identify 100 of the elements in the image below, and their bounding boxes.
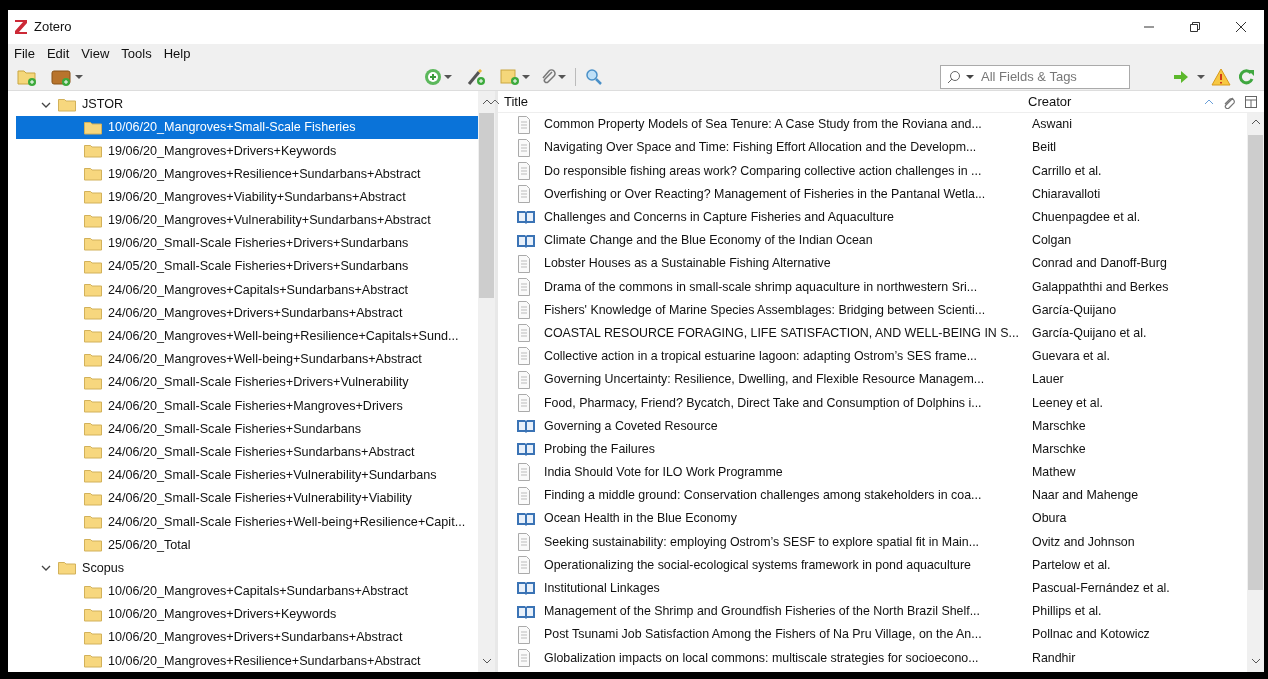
item-title[interactable]: Institutional Linkages <box>544 579 660 598</box>
item-title[interactable]: Probing the Failures <box>544 439 655 459</box>
item-creator[interactable]: Mathew <box>1028 463 1076 482</box>
scroll-down-icon[interactable] <box>481 656 492 666</box>
collection-name: 24/06/20_Small-Scale Fisheries+Sundarbans <box>108 420 362 438</box>
collection-row[interactable]: 24/06/20_Mangroves+Well-being+Resilience+Capitals+Sund... <box>16 324 478 349</box>
item-title[interactable]: Climate Change and the Blue Economy of the Indian Ocean <box>544 231 873 250</box>
collection-row[interactable]: 24/06/20_Small-Scale Fisheries+Sundarbans <box>16 417 478 441</box>
scroll-up-icon[interactable] <box>1250 117 1261 127</box>
item-title[interactable]: Post Tsunami Job Satisfaction Among the Fishers of Na Pru Village, on the An... <box>544 625 982 644</box>
collection-row[interactable]: 10/06/20_Mangroves+Drivers+Sundarbans+Abstract <box>16 626 478 650</box>
collection-row[interactable]: 24/06/20_Small-Scale Fisheries+Drivers+Vulnerability <box>16 371 478 395</box>
item-creator[interactable]: Conrad and Danoff-Burg <box>1028 254 1167 273</box>
item-creator[interactable]: Pollnac and Kotowicz <box>1028 625 1150 644</box>
window-title: Zotero <box>34 18 72 37</box>
item-creator[interactable]: Beitl <box>1028 138 1057 158</box>
item-creator[interactable]: García-Quijano <box>1028 300 1117 320</box>
item-title[interactable]: Ocean Health in the Blue Economy <box>544 509 737 529</box>
item-creator[interactable]: Ovitz and Johnson <box>1028 532 1135 552</box>
item-title[interactable]: COASTAL RESOURCE FORAGING, LIFE SATISFACTION, AND WELL-BEING IN S... <box>544 323 1019 343</box>
item-title[interactable]: Food, Pharmacy, Friend? Bycatch, Direct Take and Consumption of Dolphins i... <box>544 393 982 413</box>
item-title[interactable]: Operationalizing the social-ecological systems framework in pond aquaculture <box>544 555 971 575</box>
item-title[interactable]: Fishers' Knowledge of Marine Species Assemblages: Bridging between Scienti... <box>544 300 986 320</box>
collection-row[interactable]: 10/06/20_Mangroves+Capitals+Sundarbans+Abstract <box>16 579 478 604</box>
scrollbar-thumb[interactable] <box>479 113 494 298</box>
item-creator[interactable]: Pascual-Fernández et al. <box>1028 579 1170 598</box>
item-title[interactable]: India Should Vote for ILO Work Programme <box>544 463 783 482</box>
scrollbar-thumb[interactable] <box>1248 135 1263 590</box>
item-title[interactable]: Drama of the commons in small-scale shrimp aquaculture in northwestern Sri... <box>544 277 978 297</box>
item-creator[interactable]: Colgan <box>1028 231 1072 250</box>
column-header[interactable]: Creator <box>1028 91 1204 112</box>
item-title[interactable]: Navigating Over Space and Time: Fishing Effort Allocation and the Developm... <box>544 138 977 158</box>
item-title[interactable]: Collective action in a tropical estuarine lagoon: adapting Ostrom’s SES frame... <box>544 347 977 366</box>
collection-row[interactable]: 25/06/20_Total <box>16 533 478 557</box>
folder-icon <box>84 259 102 274</box>
folder-icon <box>84 306 102 321</box>
scroll-down-icon[interactable] <box>1250 656 1261 666</box>
chevron-icon[interactable] <box>40 100 52 109</box>
item-title[interactable]: Overfishing or Over Reacting? Management of Fisheries in the Pantanal Wetla... <box>544 184 986 204</box>
collection-name: 24/06/20_Mangroves+Drivers+Sundarbans+Abstract <box>108 304 403 322</box>
item-creator[interactable]: Lauer <box>1028 370 1064 389</box>
item-title[interactable]: Globalization impacts on local commons: multiscale strategies for socioecono... <box>544 648 979 668</box>
collection-row[interactable]: 10/06/20_Mangroves+Small-Scale Fisheries <box>16 116 478 140</box>
collection-row[interactable]: 10/06/20_Mangroves+Resilience+Sundarbans+Abstract <box>16 649 478 672</box>
item-creator[interactable]: Carrillo et al. <box>1028 161 1102 181</box>
collection-row[interactable]: 19/06/20_Mangroves+Vulnerability+Sundarbans+Abstract <box>16 208 478 233</box>
scroll-up-icon[interactable] <box>481 97 492 107</box>
collection-row[interactable]: 24/06/20_Small-Scale Fisheries+Mangroves+Drivers <box>16 394 478 418</box>
collection-row[interactable]: 19/06/20_Mangroves+Resilience+Sundarbans+Abstract <box>16 162 478 186</box>
book-icon <box>516 441 536 458</box>
item-creator[interactable]: Aswani <box>1028 115 1072 134</box>
item-creator[interactable]: Marschke <box>1028 439 1086 459</box>
item-creator[interactable]: Marschke <box>1028 416 1086 436</box>
collection-row[interactable]: 19/06/20_Mangroves+Drivers+Keywords <box>16 139 478 163</box>
folder-icon <box>84 445 102 460</box>
item-creator[interactable]: García-Quijano et al. <box>1028 323 1147 343</box>
item-title[interactable]: Finding a middle ground: Conservation challenges among stakeholders in coa... <box>544 486 982 505</box>
collection-row[interactable]: 19/06/20_Mangroves+Viability+Sundarbans+Abstract <box>16 185 478 209</box>
collection-row[interactable]: 24/05/20_Small-Scale Fisheries+Drivers+Sundarbans <box>16 255 478 279</box>
menu-item[interactable]: Help <box>163 43 191 64</box>
item-title[interactable]: Lobster Houses as a Sustainable Fishing Alternative <box>544 254 831 273</box>
menu-item[interactable]: Tools <box>121 43 152 64</box>
collection-row[interactable]: 10/06/20_Mangroves+Drivers+Keywords <box>16 603 478 627</box>
column-header[interactable]: Title <box>500 91 1028 112</box>
item-creator[interactable]: Leeney et al. <box>1028 393 1103 413</box>
collection-row[interactable]: Scopus <box>16 556 478 580</box>
item-creator[interactable]: Galappaththi and Berkes <box>1028 277 1169 297</box>
item-creator[interactable]: Chiaravalloti <box>1028 184 1101 204</box>
item-title[interactable]: Do responsible fishing areas work? Comparing collective action challenges in ... <box>544 161 982 181</box>
collection-row[interactable]: JSTOR <box>16 93 478 117</box>
item-creator[interactable]: Chuenpagdee et al. <box>1028 208 1141 227</box>
item-creator[interactable]: Naar and Mahenge <box>1028 486 1139 505</box>
collection-row[interactable]: 24/06/20_Small-Scale Fisheries+Well-being+Resilience+Capit... <box>16 510 478 534</box>
collection-row[interactable]: 24/06/20_Mangroves+Capitals+Sundarbans+Abstract <box>16 278 478 302</box>
item-title[interactable]: Common Property Models of Sea Tenure: A Case Study from the Roviana and... <box>544 115 982 134</box>
item-title[interactable]: Challenges and Concerns in Capture Fisheries and Aquaculture <box>544 208 894 227</box>
item-creator[interactable]: Obura <box>1028 509 1067 529</box>
collection-name: 19/06/20_Mangroves+Resilience+Sundarbans+Abstract <box>108 165 421 183</box>
search-field[interactable]: All Fields & Tags <box>940 64 1130 89</box>
item-title[interactable]: Governing Uncertainty: Resilience, Dwelling, and Flexible Resource Managem... <box>544 370 985 389</box>
item-title[interactable]: Seeking sustainability: employing Ostrom’s SESF to explore spatial fit in Main... <box>544 532 979 552</box>
column-picker-icon[interactable] <box>1244 94 1258 109</box>
chevron-icon[interactable] <box>40 564 52 573</box>
collection-row[interactable]: 24/06/20_Small-Scale Fisheries+Vulnerability+Viability <box>16 487 478 511</box>
menu-item[interactable]: Edit <box>46 43 70 64</box>
collection-row[interactable]: 24/06/20_Mangroves+Well-being+Sundarbans+Abstract <box>16 348 478 372</box>
collection-row[interactable]: 24/06/20_Small-Scale Fisheries+Sundarbans+Abstract <box>16 440 478 464</box>
box-plus-icon <box>51 67 73 86</box>
item-creator[interactable]: Guevara et al. <box>1028 347 1110 366</box>
item-title[interactable]: Governing a Coveted Resource <box>544 416 718 436</box>
item-title[interactable]: Management of the Shrimp and Groundfish Fisheries of the North Brazil Shelf... <box>544 602 980 621</box>
collection-row[interactable]: 24/06/20_Mangroves+Drivers+Sundarbans+Abstract <box>16 301 478 325</box>
item-creator[interactable]: Phillips et al. <box>1028 602 1102 621</box>
menu-item[interactable]: View <box>81 43 110 64</box>
collection-row[interactable]: 19/06/20_Small-Scale Fisheries+Drivers+Sundarbans <box>16 232 478 256</box>
menu-item[interactable]: File <box>14 43 35 64</box>
collection-row[interactable]: 24/06/20_Small-Scale Fisheries+Vulnerability+Sundarbans <box>16 464 478 488</box>
item-creator[interactable]: Randhir <box>1028 648 1076 668</box>
book-icon <box>516 232 536 249</box>
item-creator[interactable]: Partelow et al. <box>1028 555 1111 575</box>
